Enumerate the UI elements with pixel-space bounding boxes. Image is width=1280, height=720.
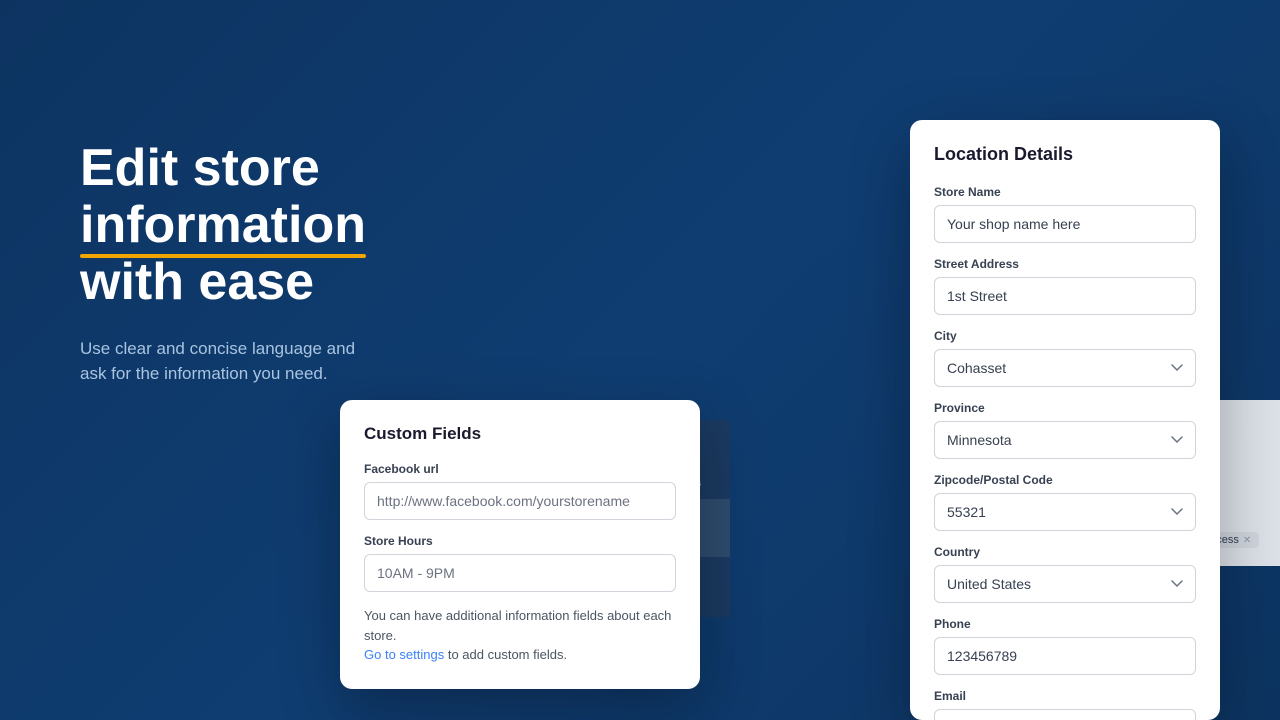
footer-link-label: Go to settings: [364, 647, 444, 662]
phone-label: Phone: [934, 617, 1196, 631]
street-address-input[interactable]: [934, 277, 1196, 315]
store-hours-group: Store Hours: [364, 534, 676, 592]
facebook-url-input[interactable]: [364, 482, 676, 520]
phone-input[interactable]: [934, 637, 1196, 675]
street-address-label: Street Address: [934, 257, 1196, 271]
heading-line1: Edit store: [80, 139, 320, 197]
street-address-group: Street Address: [934, 257, 1196, 315]
custom-footer-text: You can have additional information fiel…: [364, 606, 676, 665]
left-content: Edit store information with ease Use cle…: [80, 140, 560, 387]
province-label: Province: [934, 401, 1196, 415]
footer-text-content: You can have additional information fiel…: [364, 608, 671, 643]
zipcode-label: Zipcode/Postal Code: [934, 473, 1196, 487]
province-group: Province Minnesota: [934, 401, 1196, 459]
footer-link-suffix: to add custom fields.: [448, 647, 567, 662]
custom-fields-title: Custom Fields: [364, 424, 676, 444]
store-name-label: Store Name: [934, 185, 1196, 199]
country-select[interactable]: United States: [934, 565, 1196, 603]
store-name-input[interactable]: [934, 205, 1196, 243]
phone-group: Phone: [934, 617, 1196, 675]
sub-text: Use clear and concise language and ask f…: [80, 336, 460, 387]
email-input[interactable]: [934, 709, 1196, 720]
country-group: Country United States: [934, 545, 1196, 603]
store-name-group: Store Name: [934, 185, 1196, 243]
go-to-settings-link[interactable]: Go to settings: [364, 647, 448, 662]
city-select[interactable]: Cohasset: [934, 349, 1196, 387]
sub-text-line1: Use clear and concise language and: [80, 339, 355, 358]
city-group: City Cohasset: [934, 329, 1196, 387]
location-panel-title: Location Details: [934, 144, 1196, 165]
facebook-url-label: Facebook url: [364, 462, 676, 476]
province-select[interactable]: Minnesota: [934, 421, 1196, 459]
store-hours-input[interactable]: [364, 554, 676, 592]
sub-text-line2: ask for the information you need.: [80, 364, 328, 383]
location-panel: Location Details Store Name Street Addre…: [910, 120, 1220, 720]
facebook-url-group: Facebook url: [364, 462, 676, 520]
filter-tag-close-1[interactable]: ✕: [1243, 535, 1251, 546]
email-label: Email: [934, 689, 1196, 703]
heading-line2: information: [80, 197, 366, 254]
main-heading: Edit store information with ease: [80, 140, 560, 312]
zipcode-group: Zipcode/Postal Code 55321: [934, 473, 1196, 531]
country-label: Country: [934, 545, 1196, 559]
email-group: Email: [934, 689, 1196, 720]
city-label: City: [934, 329, 1196, 343]
zipcode-select[interactable]: 55321: [934, 493, 1196, 531]
store-hours-label: Store Hours: [364, 534, 676, 548]
heading-line3: with ease: [80, 253, 314, 311]
custom-fields-panel: Custom Fields Facebook url Store Hours Y…: [340, 400, 700, 689]
